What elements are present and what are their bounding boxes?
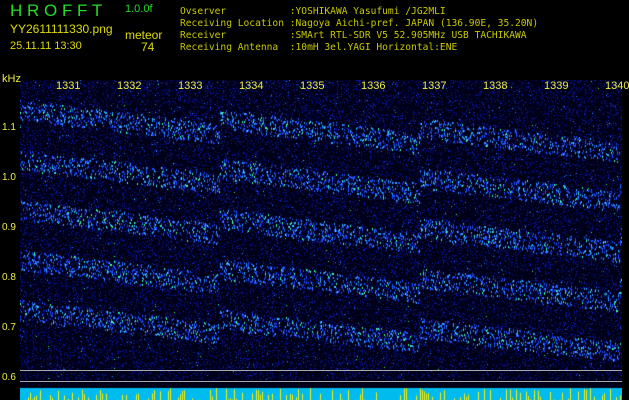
receiver-info: Receiver :SMArt RTL-SDR V5 52.905MHz USB… bbox=[180, 30, 527, 41]
x-tick-label: 1331 bbox=[56, 80, 81, 92]
x-tick-label: 1333 bbox=[178, 80, 203, 92]
meteor-count: 74 bbox=[141, 40, 155, 54]
datetime: 25.11.11 13:30 bbox=[10, 40, 82, 52]
x-tick-label: 1339 bbox=[544, 80, 569, 92]
filename: YY2611111330.png bbox=[10, 22, 113, 36]
y-tick-label: 0.7 bbox=[2, 322, 16, 333]
observer-info: Ovserver :YOSHIKAWA Yasufumi /JG2MLI bbox=[180, 6, 446, 17]
spectrogram bbox=[20, 80, 622, 400]
x-tick-label: 1332 bbox=[117, 80, 142, 92]
x-tick-label: 1335 bbox=[300, 80, 325, 92]
y-tick-label: 0.9 bbox=[2, 222, 16, 233]
x-tick-label: 1338 bbox=[483, 80, 508, 92]
x-tick-label: 1337 bbox=[422, 80, 447, 92]
x-tick-label: 1334 bbox=[239, 80, 264, 92]
marker-line bbox=[20, 381, 622, 382]
y-tick-label: 1.1 bbox=[2, 122, 16, 133]
y-tick-label: 0.8 bbox=[2, 272, 16, 283]
marker-line bbox=[20, 370, 622, 371]
app-title: H R O F F T bbox=[10, 1, 103, 20]
x-tick-label: 1336 bbox=[361, 80, 386, 92]
location-info: Receiving Location :Nagoya Aichi-pref. J… bbox=[180, 18, 539, 29]
version: 1.0.0f bbox=[125, 3, 153, 15]
y-tick-label: 1.0 bbox=[2, 172, 16, 183]
x-tick-label: 1340 bbox=[605, 80, 629, 92]
antenna-info: Receiving Antenna :10mH 3el.YAGI Horizon… bbox=[180, 42, 458, 53]
y-unit: kHz bbox=[2, 73, 21, 85]
y-tick-label: 0.6 bbox=[2, 372, 16, 383]
